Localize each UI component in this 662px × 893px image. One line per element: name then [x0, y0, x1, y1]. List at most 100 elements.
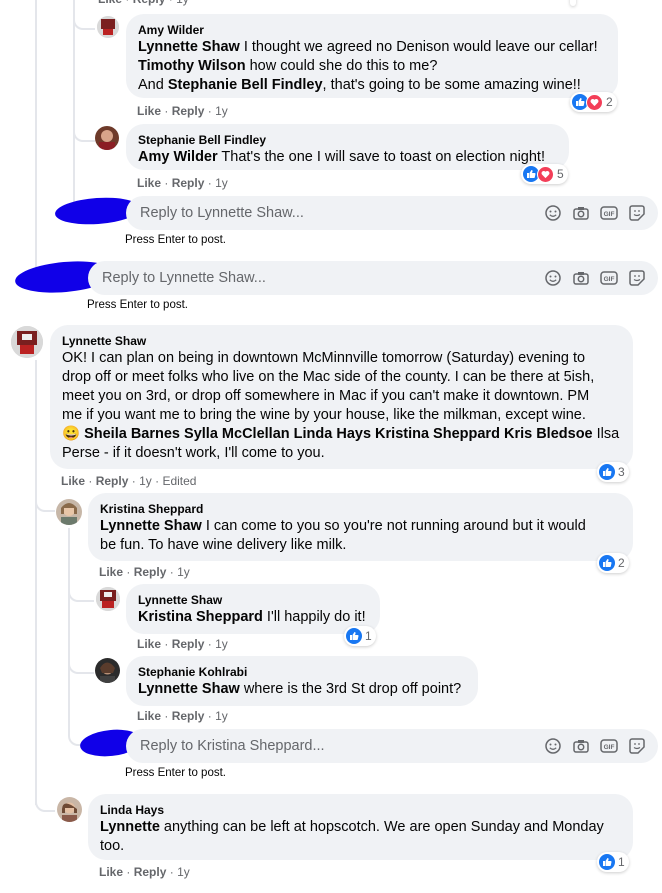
gif-icon[interactable]: GIF: [600, 737, 618, 755]
love-reaction-icon: [586, 93, 603, 111]
comment-bubble: Amy Wilder Lynnette Shaw I thought we ag…: [126, 14, 618, 98]
comment-line: 😀 Sheila Barnes Sylla McClellan Linda Ha…: [62, 425, 621, 444]
camera-icon[interactable]: [572, 737, 590, 755]
like-link[interactable]: Like: [137, 176, 161, 190]
avatar[interactable]: [11, 326, 43, 358]
edited-label[interactable]: Edited: [162, 474, 196, 488]
reply-link[interactable]: Reply: [96, 474, 129, 488]
reply-input[interactable]: [100, 269, 544, 287]
reply-link[interactable]: Reply: [172, 637, 205, 651]
reaction-pill[interactable]: 1: [597, 852, 629, 872]
mention-link[interactable]: Sylla McClellan: [184, 426, 290, 442]
reaction-pill[interactable]: [570, 0, 576, 6]
like-reaction-icon: [599, 555, 615, 571]
like-link[interactable]: Like: [61, 474, 85, 488]
mention-link[interactable]: Amy Wilder: [138, 149, 218, 165]
reply-input[interactable]: [138, 737, 544, 755]
avatar[interactable]: [56, 499, 82, 525]
comment-author[interactable]: Kristina Sheppard: [100, 501, 621, 517]
sticker-icon[interactable]: [628, 269, 646, 287]
reaction-pill[interactable]: 2: [597, 553, 629, 573]
mention-link[interactable]: Lynnette: [100, 819, 160, 835]
comment-text: OK! I can plan on being in downtown McMi…: [62, 349, 621, 463]
comment-text: Lynnette Shaw I can come to you so you'r…: [100, 517, 621, 555]
reaction-pill[interactable]: 1: [344, 626, 376, 646]
sticker-icon[interactable]: [628, 204, 646, 222]
smiley-icon[interactable]: [544, 269, 562, 287]
mention-link[interactable]: Timothy Wilson: [138, 58, 246, 74]
comment-line: OK! I can plan on being in downtown McMi…: [62, 349, 621, 368]
avatar[interactable]: [57, 797, 82, 822]
reply-input-box[interactable]: GIF: [88, 261, 658, 295]
like-link[interactable]: Like: [137, 104, 161, 118]
like-link[interactable]: Like: [137, 709, 161, 723]
comment-age[interactable]: 1y: [215, 104, 228, 118]
mention-link[interactable]: Stephanie Bell Findley: [168, 77, 323, 93]
smiley-icon[interactable]: [544, 737, 562, 755]
comment-author[interactable]: Lynnette Shaw: [138, 592, 368, 608]
comment-text: Lynnette Shaw I thought we agreed no Den…: [138, 38, 606, 95]
comment-age[interactable]: 1y: [176, 0, 189, 6]
like-link[interactable]: Like: [99, 865, 123, 879]
reply-link[interactable]: Reply: [134, 565, 167, 579]
mention-link[interactable]: Lynnette Shaw: [138, 39, 240, 55]
comment-author[interactable]: Amy Wilder: [138, 22, 606, 38]
comment-actions: Like · Reply · 1y · Edited: [61, 474, 197, 488]
mention-link[interactable]: Kristina Sheppard: [138, 609, 263, 625]
camera-icon[interactable]: [572, 269, 590, 287]
svg-text:GIF: GIF: [604, 211, 615, 218]
comment-age[interactable]: 1y: [177, 565, 190, 579]
reaction-count: 5: [557, 167, 564, 181]
smiley-icon[interactable]: [544, 204, 562, 222]
comment-text: Amy Wilder That's the one I will save to…: [138, 148, 557, 167]
comment-age[interactable]: 1y: [215, 176, 228, 190]
avatar[interactable]: [95, 126, 119, 150]
gif-icon[interactable]: GIF: [600, 269, 618, 287]
comment-age[interactable]: 1y: [177, 865, 190, 879]
comment-age[interactable]: 1y: [215, 637, 228, 651]
reply-input[interactable]: [138, 204, 544, 222]
reaction-pill[interactable]: 3: [597, 462, 629, 482]
comment-age[interactable]: 1y: [215, 709, 228, 723]
sticker-icon[interactable]: [628, 737, 646, 755]
comment-line: Lynnette Shaw I thought we agreed no Den…: [138, 38, 606, 57]
comment-text-span: Perse - if it doesn't work, I'll come to…: [62, 445, 325, 461]
avatar[interactable]: [95, 658, 120, 683]
comment-author[interactable]: Stephanie Kohlrabi: [138, 664, 466, 680]
comment-line: too.: [100, 837, 621, 856]
reply-input-box[interactable]: GIF: [126, 196, 658, 230]
avatar[interactable]: [97, 16, 119, 38]
mention-link[interactable]: Lynnette Shaw: [100, 518, 202, 534]
gif-icon[interactable]: GIF: [600, 204, 618, 222]
comment-author[interactable]: Stephanie Bell Findley: [138, 132, 557, 148]
like-link[interactable]: Like: [98, 0, 122, 6]
comment-text-span: how could she do this to me?: [245, 58, 438, 74]
reply-link[interactable]: Reply: [172, 104, 205, 118]
reaction-count: 1: [365, 629, 372, 643]
mention-link[interactable]: Linda Hays: [294, 426, 371, 442]
love-reaction-icon: [537, 165, 554, 183]
reaction-pill[interactable]: 2: [570, 92, 617, 112]
comment-text: Lynnette anything can be left at hopscot…: [100, 818, 621, 856]
reply-link[interactable]: Reply: [134, 865, 167, 879]
reply-input-box[interactable]: GIF: [126, 729, 658, 763]
comment-author[interactable]: Linda Hays: [100, 802, 621, 818]
comment-line: Perse - if it doesn't work, I'll come to…: [62, 444, 621, 463]
reply-link[interactable]: Reply: [133, 0, 166, 6]
mention-link[interactable]: Kris Bledsoe: [504, 426, 593, 442]
comment-actions: Like · Reply · 1y: [137, 176, 228, 190]
comment-line: Lynnette Shaw I can come to you so you'r…: [100, 517, 621, 536]
mention-link[interactable]: Lynnette Shaw: [138, 681, 240, 697]
camera-icon[interactable]: [572, 204, 590, 222]
reaction-pill[interactable]: 5: [521, 164, 568, 184]
like-link[interactable]: Like: [137, 637, 161, 651]
avatar[interactable]: [96, 587, 120, 611]
comment-author[interactable]: Lynnette Shaw: [62, 333, 621, 349]
mention-link[interactable]: Sheila Barnes: [84, 426, 180, 442]
reply-link[interactable]: Reply: [172, 709, 205, 723]
comment-age[interactable]: 1y: [139, 474, 152, 488]
reply-link[interactable]: Reply: [172, 176, 205, 190]
like-link[interactable]: Like: [99, 565, 123, 579]
mention-link[interactable]: Kristina Sheppard: [375, 426, 500, 442]
reaction-count: 3: [618, 465, 625, 479]
